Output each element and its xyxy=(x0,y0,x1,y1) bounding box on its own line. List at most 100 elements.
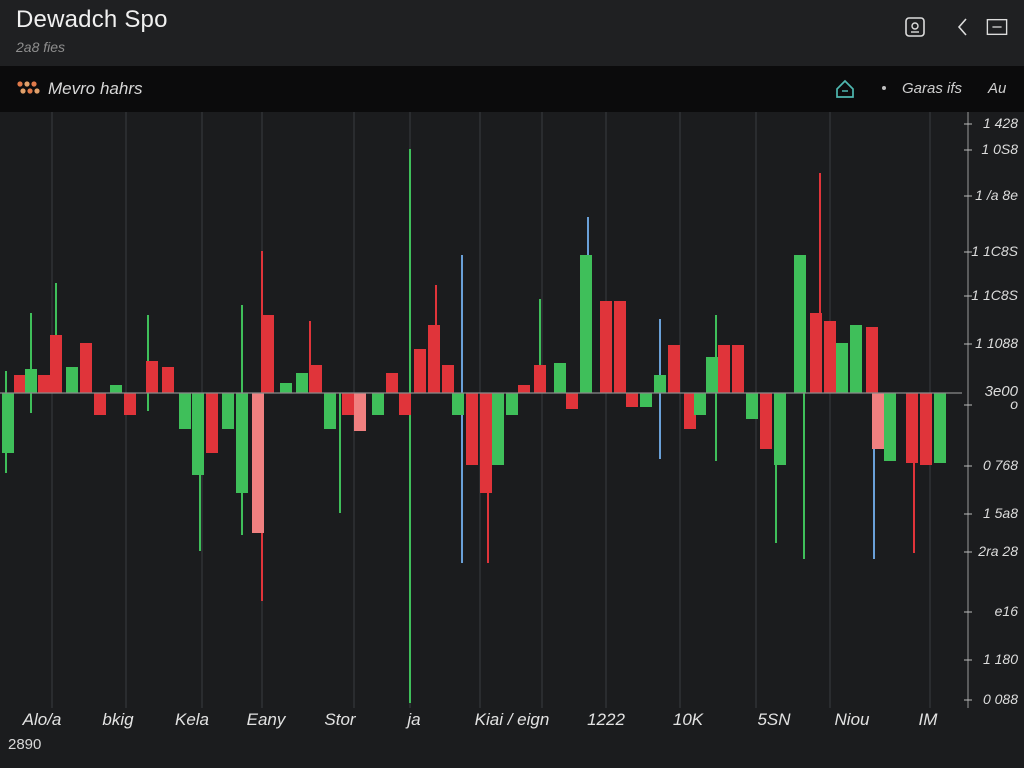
candle-bar xyxy=(262,315,274,393)
candle-bar xyxy=(310,365,322,393)
candle-bar xyxy=(252,393,264,533)
candle-bar xyxy=(794,255,806,393)
candle-bar xyxy=(760,393,772,449)
candle-bar xyxy=(80,343,92,393)
x-axis-labels: Alo/a bkig Kela Eany Stor ja Kiai / eign 1222 10… xyxy=(0,708,1024,740)
home-icon[interactable] xyxy=(834,78,856,100)
candle-bar xyxy=(480,393,492,493)
footer-value: 2890 xyxy=(8,736,42,753)
candle-bar xyxy=(836,343,848,393)
candle-bar xyxy=(324,393,336,429)
toolbar-menu-1[interactable]: Garas ifs xyxy=(902,80,962,97)
back-button[interactable] xyxy=(952,16,974,38)
chart-toolbar: Mevro hahrs Garas ifs Au xyxy=(0,66,1024,112)
y-tick-label: 1 1C8S xyxy=(971,287,1018,303)
y-tick-label: 1 1C8S xyxy=(971,243,1018,259)
x-tick-label: Kela xyxy=(174,710,210,729)
candle-bar xyxy=(640,393,652,407)
candle-bar xyxy=(506,393,518,415)
candle-bar xyxy=(694,393,706,415)
candlestick-chart xyxy=(0,112,972,708)
candle-bar xyxy=(162,367,174,393)
candle-bar xyxy=(668,345,680,393)
candle-bar xyxy=(732,345,744,393)
y-tick-label: e16 xyxy=(994,603,1018,619)
x-tick-label: 5SN xyxy=(757,710,791,729)
chart-name-label: Mevro hahrs xyxy=(48,79,143,98)
toolbar-separator-dot xyxy=(882,86,886,90)
candle-bar xyxy=(554,363,566,393)
candle-bar xyxy=(206,393,218,453)
candle-bar xyxy=(342,393,354,415)
candle-bar xyxy=(372,393,384,415)
y-tick-label: 1 0S8 xyxy=(981,141,1018,157)
x-tick-label: 10K xyxy=(672,710,704,729)
app-subtitle: 2a8 fies xyxy=(16,39,66,55)
image-button[interactable] xyxy=(904,16,926,38)
chart-area: 1 428 1 0S8 1 /a 8e 1 1C8S 1 1C8S 1 1088 o 0 76… xyxy=(0,112,1024,708)
candle-bar xyxy=(25,369,37,393)
x-tick-label: Kiai / eign xyxy=(474,710,550,729)
candle-bar xyxy=(66,367,78,393)
chart-logo-icon xyxy=(17,81,40,94)
candle-bar xyxy=(626,393,638,407)
y-tick-label: 1 /a 8e xyxy=(975,187,1018,203)
toolbar-menu-2[interactable]: Au xyxy=(988,80,1006,97)
y-tick-label: 1 1088 xyxy=(975,335,1018,351)
candle-bar xyxy=(124,393,136,415)
candle-bar xyxy=(110,385,122,393)
candle-bar xyxy=(872,393,884,449)
candle-bar xyxy=(50,335,62,393)
candle-bar xyxy=(810,313,822,393)
candle-bar xyxy=(614,301,626,393)
candle-bar xyxy=(718,345,730,393)
candle-bar xyxy=(920,393,932,465)
x-tick-label: Alo/a xyxy=(22,710,62,729)
candle-bar xyxy=(566,393,578,409)
candle-bar xyxy=(146,361,158,393)
candle-bar xyxy=(654,375,666,393)
candle-bar xyxy=(442,365,454,393)
candle-bar xyxy=(534,365,546,393)
x-tick-label: Niou xyxy=(834,710,870,729)
candle-bar xyxy=(518,385,530,393)
candle-bar xyxy=(580,255,592,393)
panel-button[interactable] xyxy=(986,16,1008,38)
candle-bar xyxy=(386,373,398,393)
candle-bar xyxy=(452,393,464,415)
candle-bar xyxy=(192,393,204,475)
candle-bar xyxy=(850,325,862,393)
candle-bar xyxy=(466,393,478,465)
app-window: Dewadch Spo 2a8 fies Mevro hahrs Garas i… xyxy=(0,0,1024,768)
y-tick-label: 0 768 xyxy=(982,457,1018,473)
candle-bar xyxy=(706,357,718,393)
candle-bar xyxy=(179,393,191,429)
y-tick-label: 1 5a8 xyxy=(982,505,1018,521)
candle-bar xyxy=(774,393,786,465)
x-tick-label: 1222 xyxy=(587,710,625,729)
image-icon xyxy=(905,17,925,37)
candle-bar xyxy=(824,321,836,393)
panel-icon xyxy=(986,18,1008,36)
y-tick-label: 2ra 28 xyxy=(978,543,1018,559)
candle-bar xyxy=(906,393,918,463)
x-tick-label: Eany xyxy=(246,710,286,729)
candle-bar xyxy=(492,393,504,465)
candle-bar xyxy=(280,383,292,393)
back-icon xyxy=(957,18,967,36)
candle-bar xyxy=(236,393,248,493)
candle-bar xyxy=(94,393,106,415)
title-bar: Dewadch Spo 2a8 fies xyxy=(0,0,1024,66)
candle-bar xyxy=(296,373,308,393)
y-tick-label: 1 180 xyxy=(982,651,1018,667)
x-tick-label: bkig xyxy=(102,710,134,729)
candle-bar xyxy=(38,375,50,393)
candle-bar xyxy=(14,375,26,393)
candle-bar xyxy=(746,393,758,419)
zero-value-label: 3e00 xyxy=(984,383,1018,400)
x-tick-label: IM xyxy=(918,710,938,729)
candle-bar xyxy=(399,393,411,415)
y-tick-label: 1 428 xyxy=(982,115,1018,131)
candle-bar xyxy=(600,301,612,393)
y-tick-label: 0 088 xyxy=(982,691,1018,707)
